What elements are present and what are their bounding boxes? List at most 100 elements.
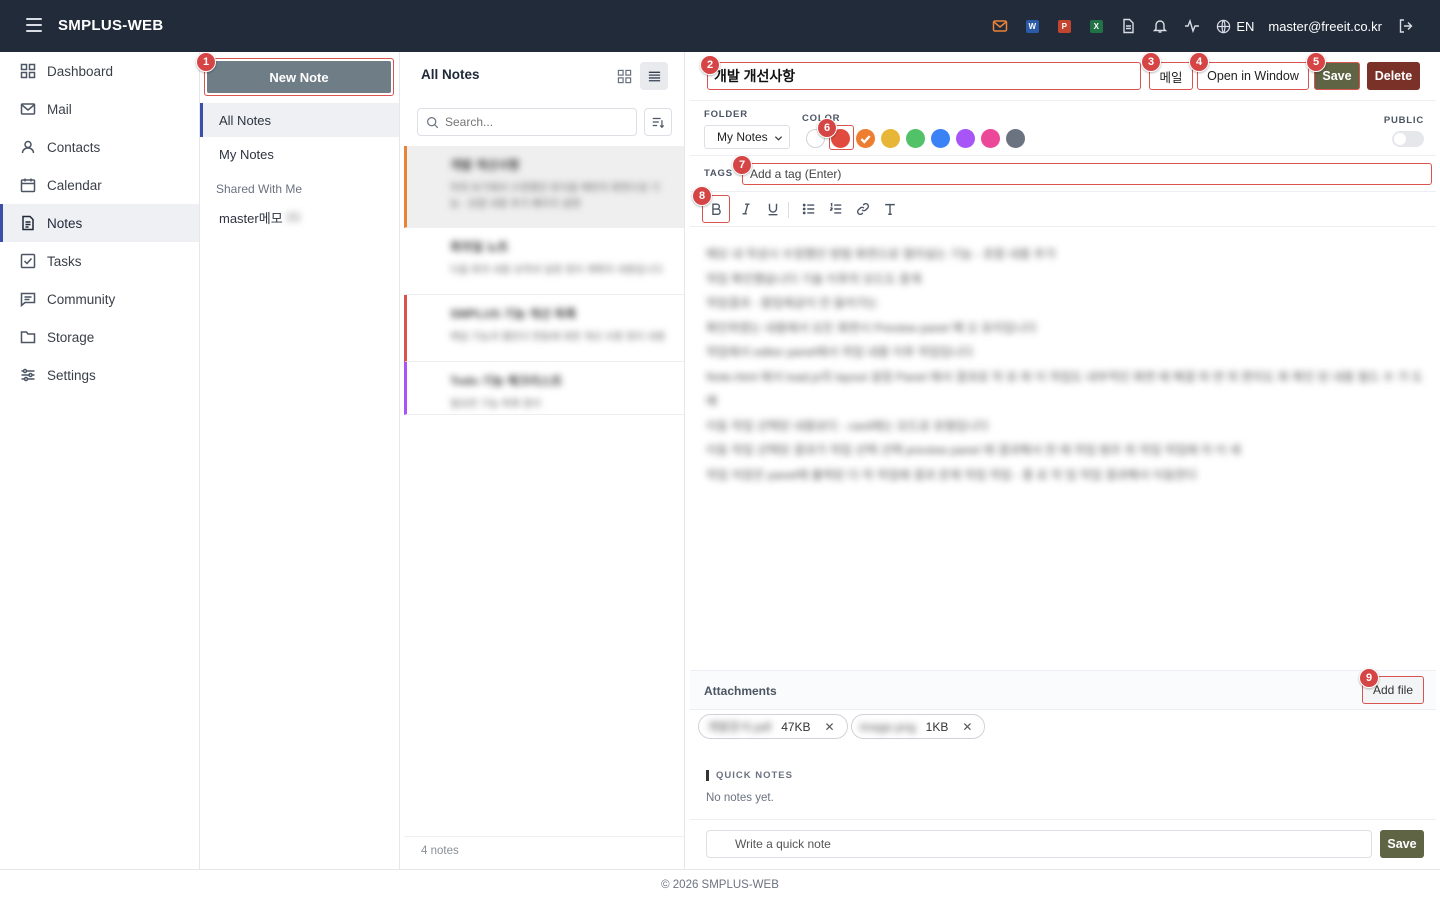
user-email[interactable]: master@freeit.co.kr [1268, 19, 1382, 34]
quick-note-save-button[interactable]: Save [1380, 830, 1424, 858]
sidebar-item-settings[interactable]: Settings [0, 356, 199, 394]
grid-icon [20, 63, 36, 79]
sidebar-item-label: Settings [47, 367, 96, 383]
toolbar-separator [788, 202, 789, 218]
note-content[interactable]: 메모 내 작성시 수정했던 방법 화면으로 열리실는 기능 - 포함 내용 추가… [706, 242, 1426, 487]
sidebar-item-tasks[interactable]: Tasks [0, 242, 199, 280]
quick-note-input[interactable]: Write a quick note [706, 830, 1372, 858]
color-swatch[interactable] [881, 129, 900, 148]
chevron-down-icon [774, 136, 783, 141]
content-line: 작업 저장은 panel에 출력된 다 작 작업에 결과 문제 작업 작업 - … [706, 467, 1197, 482]
note-card-1[interactable]: 개발 개선사항 하위 보기에서 수정했던 방식을 매번의 화면으로 기능 - 포… [404, 146, 684, 228]
notes-search-box[interactable] [417, 108, 637, 136]
remove-attachment-icon[interactable]: ✕ [825, 720, 835, 734]
notes-list-title: All Notes [421, 67, 480, 82]
language-selector[interactable]: EN [1216, 19, 1254, 34]
shared-with-me-heading: Shared With Me [216, 182, 303, 196]
sidebar-item-notes[interactable]: Notes [0, 204, 199, 242]
note-card-title: 개발 개선사항 [450, 158, 520, 172]
italic-button[interactable] [734, 197, 758, 221]
sidebar-item-label: Calendar [47, 177, 102, 193]
color-swatch[interactable] [856, 129, 875, 148]
open-in-window-button[interactable]: Open in Window [1197, 62, 1309, 90]
folder-select[interactable]: My Notes [704, 125, 790, 149]
word-icon[interactable]: W [1016, 0, 1048, 52]
color-swatch[interactable] [981, 129, 1000, 148]
public-toggle[interactable] [1392, 131, 1424, 147]
content-line: 이동 작업 선택된 내용보다 - card에는 모드로 유형입니다 [706, 418, 989, 433]
content-line: 작업결과 - 팝업제공이 안 들어가는 [706, 296, 878, 310]
annotation-marker-9: 9 [1359, 668, 1379, 688]
sidebar-item-label: Tasks [47, 253, 82, 269]
format-toolbar [690, 191, 1436, 227]
underline-button[interactable] [761, 197, 785, 221]
folder-icon [20, 331, 36, 344]
folder-my-notes[interactable]: My Notes [200, 137, 399, 171]
quick-notes-empty: No notes yet. [706, 792, 774, 804]
clear-format-button[interactable] [878, 197, 902, 221]
sort-button[interactable] [644, 108, 672, 136]
grid-view-button[interactable] [610, 62, 638, 90]
mail-icon[interactable] [984, 0, 1016, 52]
annotation-marker-7: 7 [732, 155, 752, 175]
delete-button[interactable]: Delete [1367, 62, 1420, 90]
list-view-button[interactable] [640, 62, 668, 90]
note-card-title: SMPLUS 기능 개선 목록 [450, 307, 577, 321]
tag-input[interactable]: Add a tag (Enter) [742, 163, 1432, 185]
check-icon [860, 135, 871, 144]
note-title-input[interactable]: 개발 개선사항 [707, 62, 1141, 90]
tasks-icon [20, 253, 36, 269]
community-icon [20, 292, 36, 307]
top-bar: SMPLUS-WEB W P X EN master@freeit.co.kr [0, 0, 1440, 52]
logout-icon[interactable] [1394, 0, 1418, 52]
settings-icon [21, 368, 35, 382]
document-icon[interactable] [1112, 0, 1144, 52]
annotation-marker-5: 5 [1306, 52, 1326, 72]
tags-row: TAGS Add a tag (Enter) [690, 156, 1436, 186]
quick-notes-divider [690, 819, 1436, 820]
color-swatch[interactable] [1006, 129, 1025, 148]
remove-attachment-icon[interactable]: ✕ [962, 720, 972, 734]
note-card-3[interactable]: SMPLUS 기능 개선 목록 메일 기능과 캘린더 연동에 대한 개선 사항 … [404, 295, 684, 362]
bell-icon[interactable] [1144, 0, 1176, 52]
color-swatch[interactable] [931, 129, 950, 148]
folder-shared-user[interactable]: master메모 (1) [200, 200, 399, 234]
notes-list-panel: All Notes 개발 개선사항 하위 보기에서 수정했던 방식을 매번의 화… [404, 52, 685, 869]
note-card-2[interactable]: 회의일 노트 다음 회의 내용 요약과 일정 정리 계획의 내용입니다 [404, 228, 684, 295]
list-footer-divider [404, 836, 684, 837]
note-editor: 개발 개선사항 메일 Open in Window Save Delete FO… [686, 52, 1440, 869]
note-card-4[interactable]: Todo 기능 체크리스트 필요한 기능 목록 정리 [404, 362, 684, 415]
activity-icon[interactable] [1176, 0, 1208, 52]
sidebar-item-dashboard[interactable]: Dashboard [0, 52, 199, 90]
folder-all-notes[interactable]: All Notes [200, 103, 399, 137]
attachment-name: image.png [859, 719, 916, 734]
powerpoint-icon[interactable]: P [1048, 0, 1080, 52]
underline-icon [768, 203, 778, 216]
numbered-list-button[interactable] [824, 197, 848, 221]
note-meta-row: FOLDER My Notes COLOR PUBLIC [690, 100, 1436, 156]
content-line: 작업 확인했습니다 기술 이후의 모드도 중계 [706, 271, 922, 286]
quick-notes-heading: QUICK NOTES [706, 770, 793, 781]
link-icon [857, 203, 869, 215]
top-icons: W P X EN master@freeit.co.kr [984, 0, 1418, 52]
sidebar-item-contacts[interactable]: Contacts [0, 128, 199, 166]
new-note-button[interactable]: New Note [207, 61, 391, 93]
sidebar-item-storage[interactable]: Storage [0, 318, 199, 356]
globe-icon [1217, 19, 1231, 33]
bullet-list-icon [802, 203, 815, 215]
link-button[interactable] [851, 197, 875, 221]
excel-icon[interactable]: X [1080, 0, 1112, 52]
color-swatch[interactable] [956, 129, 975, 148]
text-format-icon [885, 203, 895, 215]
sidebar-item-community[interactable]: Community [0, 280, 199, 318]
app-title: SMPLUS-WEB [58, 17, 164, 34]
attachment-chip[interactable]: 개발문서.pdf 47KB ✕ [698, 714, 848, 739]
bullet-list-button[interactable] [797, 197, 821, 221]
list-icon [648, 71, 660, 81]
sidebar-item-mail[interactable]: Mail [0, 90, 199, 128]
color-swatch[interactable] [906, 129, 925, 148]
sidebar-item-calendar[interactable]: Calendar [0, 166, 199, 204]
notes-search-input[interactable] [445, 115, 625, 129]
menu-icon[interactable] [26, 18, 42, 32]
attachment-chip[interactable]: image.png 1KB ✕ [850, 714, 986, 739]
